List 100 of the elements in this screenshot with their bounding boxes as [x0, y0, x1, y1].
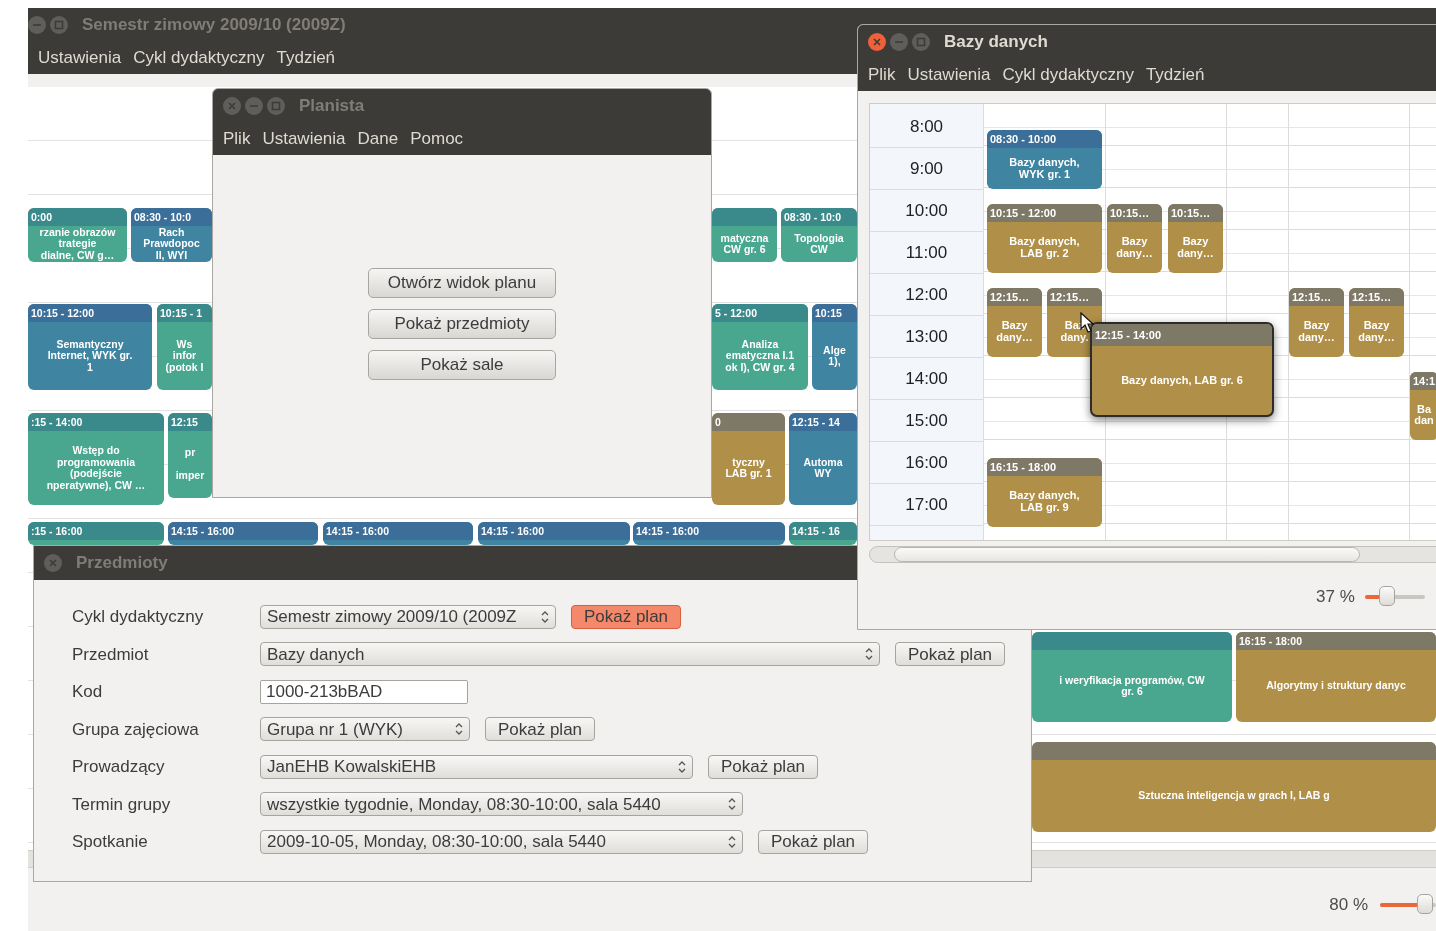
- event-card[interactable]: 08:30 - 10:0 Rach Prawdopoc II, WYI: [131, 208, 212, 262]
- menu-item[interactable]: Tydzień: [270, 45, 342, 71]
- menu-item[interactable]: Ustawienia: [256, 126, 352, 152]
- event-card[interactable]: 12:15… Bazy dany…: [987, 288, 1042, 357]
- event-title: Bazy dany…: [1358, 320, 1395, 343]
- event-card[interactable]: 10:15… Bazy dany…: [1168, 204, 1223, 273]
- event-time: 12:15: [171, 416, 198, 428]
- menu-item[interactable]: Pomoc: [404, 126, 470, 152]
- show-plan-button[interactable]: Pokaż plan: [485, 717, 595, 742]
- field-label: Termin grupy: [72, 793, 172, 816]
- field-label: Przedmiot: [72, 643, 150, 666]
- event-time: 10:15…: [1171, 207, 1211, 219]
- show-plan-button[interactable]: Pokaż plan: [758, 829, 868, 854]
- event-card[interactable]: 12:15… Bazy dany…: [1289, 288, 1344, 357]
- event-card[interactable]: 10:15… Bazy dany…: [1107, 204, 1162, 273]
- dropdown[interactable]: Grupa nr 1 (WYK): [260, 717, 470, 742]
- event-title: Automa WY: [803, 456, 843, 480]
- event-time: 12:15…: [1292, 291, 1332, 303]
- event-time: 10:15 - 1: [160, 307, 203, 319]
- event-title: Topologia CW: [794, 232, 844, 256]
- event-time: 16:15 - 18:00: [1239, 635, 1303, 647]
- event-title: Ws infor (potok I: [165, 338, 204, 374]
- event-card[interactable]: 14:1 Ba dan: [1410, 372, 1436, 440]
- field-label: Cykl dydaktyczny: [72, 606, 205, 628]
- show-plan-button[interactable]: Pokaż plan: [895, 642, 1005, 667]
- hour-label: 14:00: [905, 367, 948, 390]
- action-button[interactable]: Pokaż sale: [368, 350, 556, 380]
- event-title: matyczna CW gr. 6: [720, 232, 769, 256]
- event-card[interactable]: 12:15 - 14 Automa WY: [789, 413, 857, 505]
- menu-item[interactable]: Ustawienia: [901, 62, 997, 88]
- event-card[interactable]: :15 - 16:00: [28, 522, 164, 545]
- event-card[interactable]: 10:15 - 12:00 Bazy danych, LAB gr. 2: [987, 204, 1102, 273]
- action-button[interactable]: Pokaż przedmioty: [368, 309, 556, 339]
- event-time: 14:1: [1413, 375, 1436, 387]
- event-title: Bazy danych, LAB gr. 9: [1009, 490, 1080, 513]
- event-time: 14:15 - 16:00: [481, 525, 545, 537]
- event-card[interactable]: Sztuczna inteligencja w grach I, LAB g: [1032, 742, 1436, 832]
- menu-item[interactable]: Cykl dydaktyczny: [127, 45, 271, 71]
- hour-label: 16:00: [905, 451, 948, 474]
- event-title: i weryfikacja programów, CW gr. 6: [1059, 674, 1205, 698]
- action-button[interactable]: Otwórz widok planu: [368, 268, 556, 298]
- event-title: Bazy danych, LAB gr. 6: [1121, 373, 1243, 389]
- menu-item[interactable]: Dane: [351, 126, 405, 152]
- event-time: 12:15…: [1050, 291, 1090, 303]
- event-card[interactable]: 10:15 Alge 1),: [812, 304, 857, 390]
- event-time: :15 - 14:00: [31, 416, 83, 428]
- event-card[interactable]: 14:15 - 16:00: [168, 522, 318, 545]
- event-title: Semantyczny Internet, WYK gr. 1: [47, 338, 133, 374]
- dropdown[interactable]: Semestr zimowy 2009/10 (2009Z: [260, 604, 556, 629]
- event-time: 10:15…: [1110, 207, 1150, 219]
- event-title: Bazy dany…: [996, 320, 1033, 343]
- show-plan-button[interactable]: Pokaż plan: [708, 754, 818, 779]
- menu-item[interactable]: Tydzień: [1139, 62, 1211, 88]
- dropdown[interactable]: JanEHB KowalskiEHB: [260, 754, 693, 779]
- event-card[interactable]: 14:15 - 16:00: [323, 522, 473, 545]
- event-card[interactable]: 0 tyczny LAB gr. 1: [712, 413, 785, 505]
- dropdown[interactable]: Bazy danych: [260, 642, 880, 667]
- event-card[interactable]: 12:15… Bazy dany…: [1349, 288, 1404, 357]
- window-title: Bazy danych: [944, 31, 1048, 54]
- event-card[interactable]: 14:15 - 16:00: [478, 522, 630, 545]
- event-card[interactable]: 14:15 - 16:00: [633, 522, 785, 545]
- menu-item[interactable]: Plik: [862, 62, 902, 88]
- event-card[interactable]: 5 - 12:00 Analiza ematyczna I.1 ok I), CW gr. 4: [712, 304, 808, 390]
- event-title: Wstęp do programowania (podejście nperatywne), CW …: [46, 445, 146, 491]
- event-title: Ba dan: [1414, 403, 1434, 427]
- code-field[interactable]: 1000-213bBAD: [260, 679, 468, 704]
- event-card[interactable]: matyczna CW gr. 6: [712, 208, 777, 262]
- show-plan-button[interactable]: Pokaż plan: [571, 604, 681, 629]
- menu-item[interactable]: Cykl dydaktyczny: [996, 62, 1140, 88]
- event-time: 08:30 - 10:0: [784, 211, 842, 223]
- event-card[interactable]: 08:30 - 10:0 Topologia CW: [781, 208, 857, 262]
- zoom-reading: 80 %: [1329, 894, 1368, 916]
- event-card[interactable]: 0:00 rzanie obrazów trategie dialne, CW g…: [28, 208, 127, 262]
- event-title: Analiza ematyczna I.1 ok I), CW gr. 4: [725, 338, 795, 374]
- window-title: Semestr zimowy 2009/10 (2009Z): [82, 14, 346, 37]
- event-title: Rach Prawdopoc II, WYI: [143, 226, 200, 262]
- hour-label: 12:00: [905, 283, 948, 306]
- event-card[interactable]: i weryfikacja programów, CW gr. 6: [1032, 632, 1232, 722]
- event-time: 14:15 - 16:00: [636, 525, 700, 537]
- event-card[interactable]: 16:15 - 18:00 Bazy danych, LAB gr. 9: [987, 458, 1102, 527]
- event-title: Algorytmy i struktury danyc: [1266, 680, 1406, 692]
- event-card[interactable]: :15 - 14:00 Wstęp do programowania (podejście nperatywne), CW …: [28, 413, 164, 505]
- event-time: 14:15 - 16:00: [171, 525, 235, 537]
- dropdown[interactable]: wszystkie tygodnie, Monday, 08:30-10:00, sala 5440: [260, 792, 743, 817]
- event-card[interactable]: 10:15 - 1 Ws infor (potok I: [157, 304, 212, 390]
- field-label: Spotkanie: [72, 831, 149, 853]
- event-time: 10:15 - 12:00: [990, 207, 1057, 219]
- event-card[interactable]: 12:15 pr imper: [168, 413, 212, 498]
- event-card[interactable]: 14:15 - 16: [789, 522, 857, 545]
- event-time: 14:15 - 16:00: [326, 525, 390, 537]
- event-card[interactable]: 10:15 - 12:00 Semantyczny Internet, WYK gr. 1: [28, 304, 152, 390]
- hour-label: 13:00: [905, 325, 948, 348]
- dropdown[interactable]: 2009-10-05, Monday, 08:30-10:00, sala 5440: [260, 829, 743, 854]
- event-card[interactable]: 16:15 - 18:00 Algorytmy i struktury danyc: [1236, 632, 1436, 722]
- event-card[interactable]: 08:30 - 10:00 Bazy danych, WYK gr. 1: [987, 130, 1102, 189]
- field-label: Prowadzący: [72, 756, 166, 778]
- event-time: 16:15 - 18:00: [990, 461, 1057, 473]
- menu-item[interactable]: Ustawienia: [32, 45, 128, 71]
- menu-item[interactable]: Plik: [217, 126, 257, 152]
- event-title: Alge 1),: [823, 344, 846, 368]
